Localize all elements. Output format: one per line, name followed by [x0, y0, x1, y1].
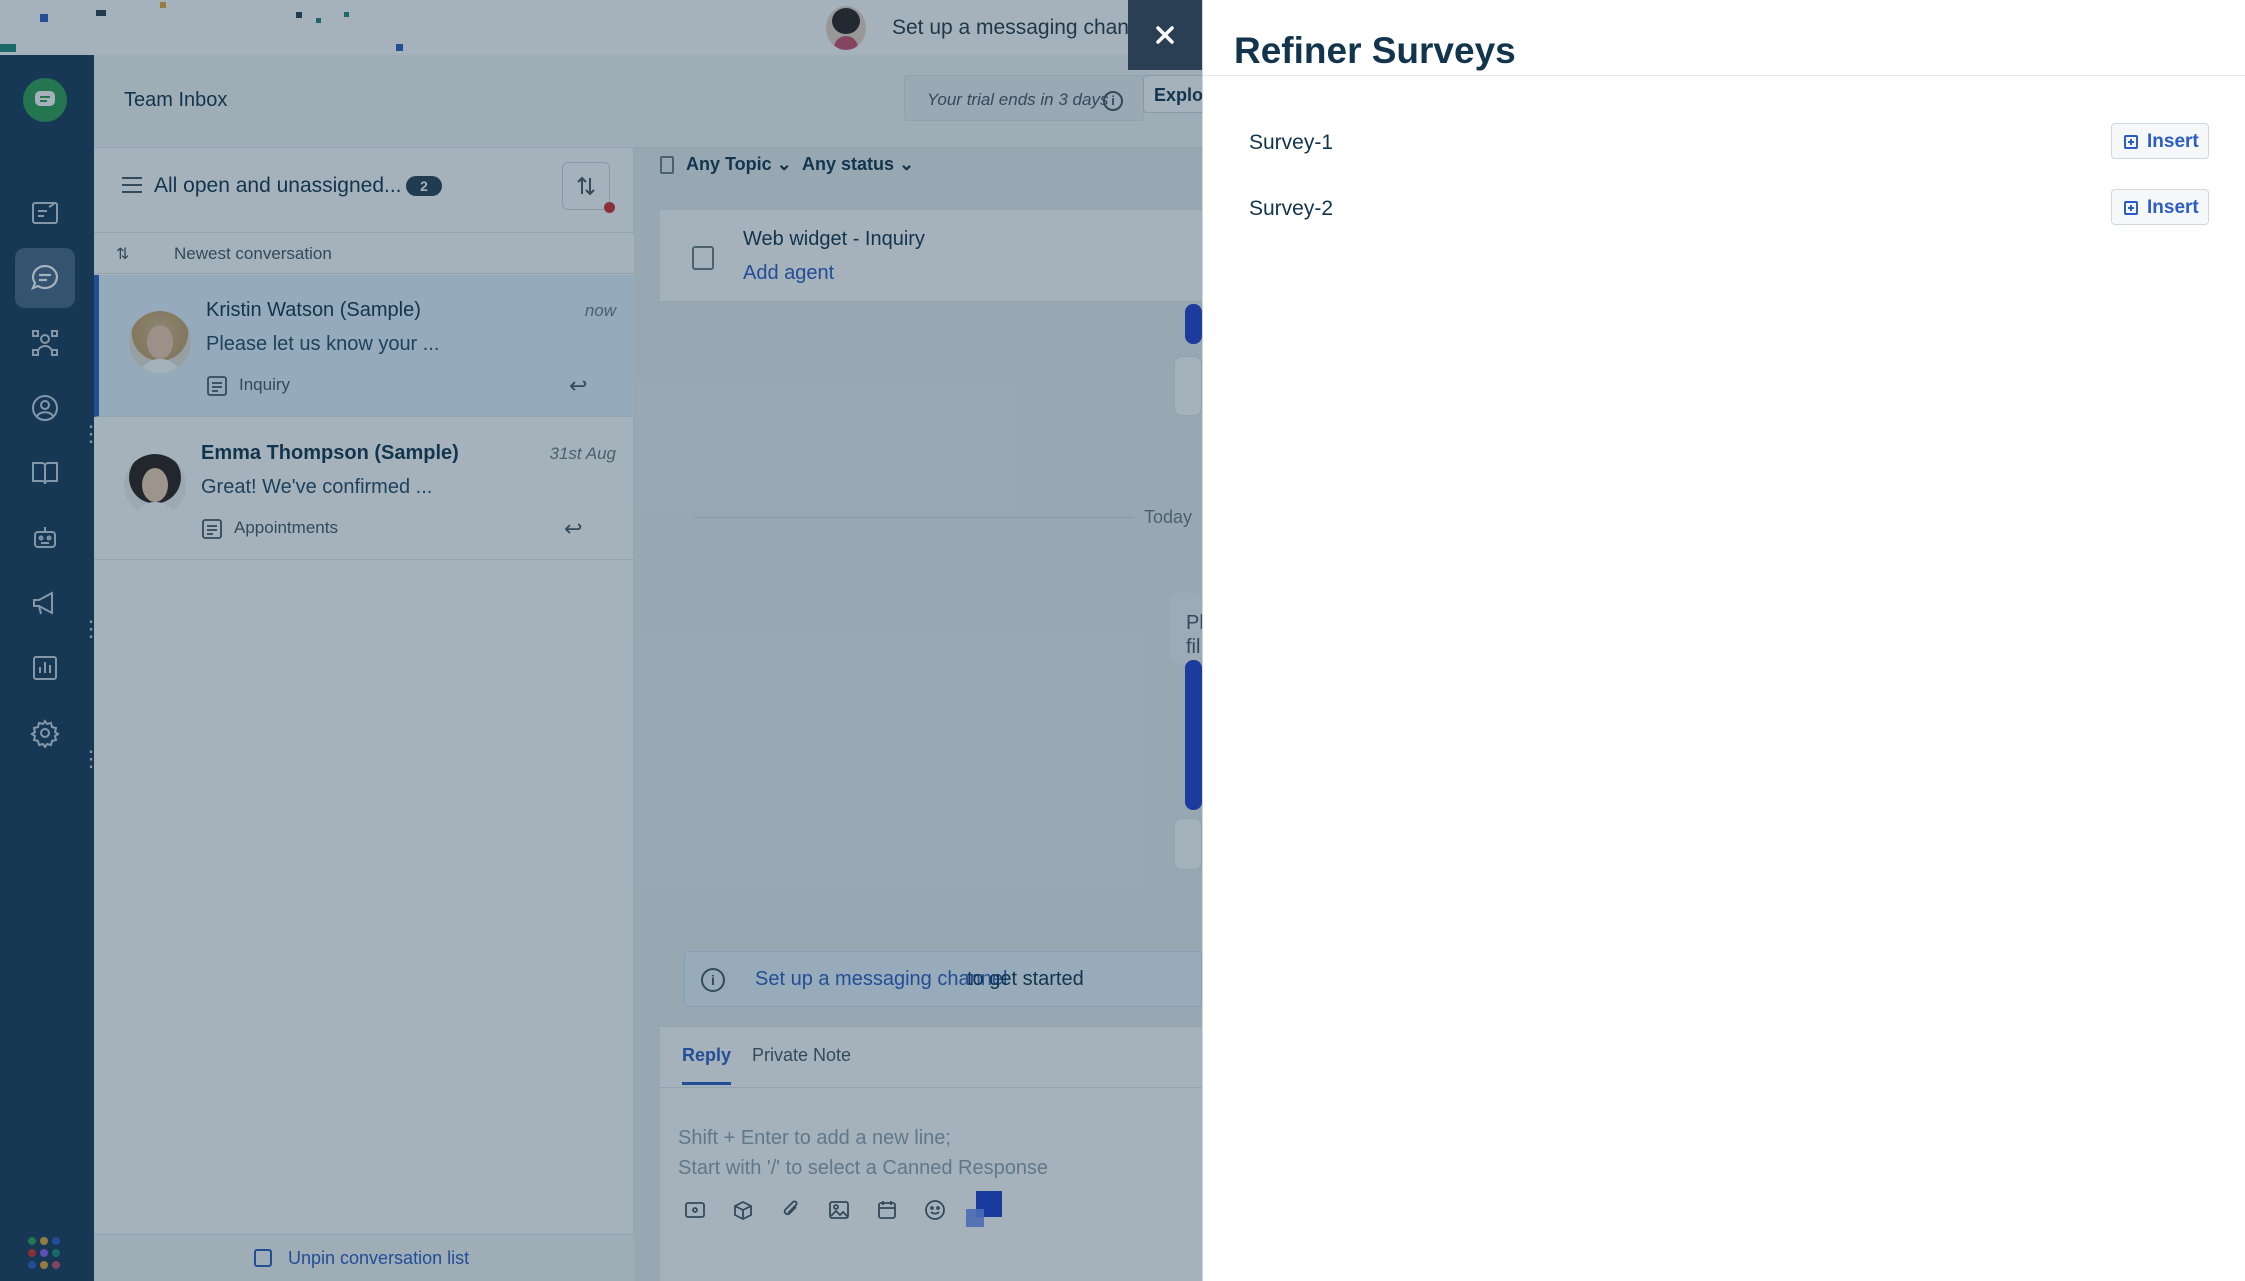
- survey-row: Survey-1 Insert: [1203, 107, 2245, 173]
- refiner-surveys-drawer: Refiner Surveys Survey-1 Insert Survey-2…: [1202, 0, 2245, 1281]
- survey-name: Survey-1: [1249, 131, 1334, 154]
- survey-name: Survey-2: [1249, 197, 1334, 220]
- insert-survey-button[interactable]: Insert: [2111, 189, 2209, 225]
- close-icon: [1156, 26, 1174, 44]
- drawer-title: Refiner Surveys: [1234, 30, 1516, 71]
- close-drawer-button[interactable]: [1128, 0, 1202, 70]
- insert-survey-button[interactable]: Insert: [2111, 123, 2209, 159]
- modal-overlay[interactable]: [0, 0, 1202, 1281]
- survey-row: Survey-2 Insert: [1203, 173, 2245, 239]
- insert-label: Insert: [2147, 197, 2199, 218]
- plus-square-icon: [2124, 135, 2138, 149]
- plus-square-icon: [2124, 201, 2138, 215]
- insert-label: Insert: [2147, 131, 2199, 152]
- drawer-header: Refiner Surveys: [1203, 0, 2245, 76]
